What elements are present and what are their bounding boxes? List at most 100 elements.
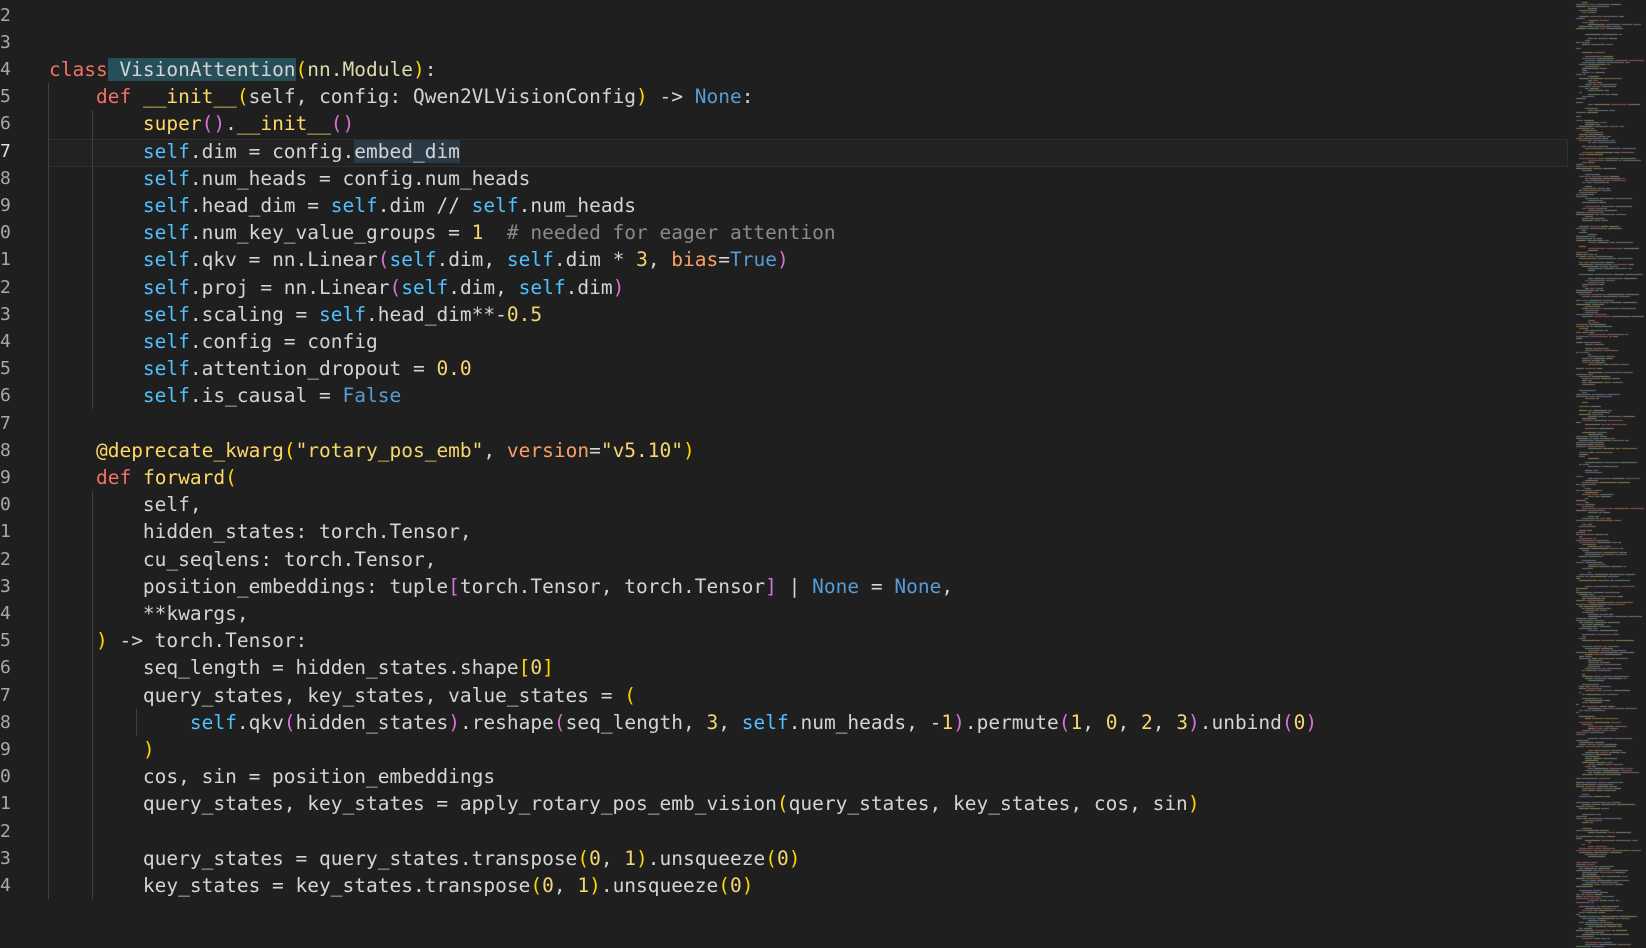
code-editor[interactable]: 234567890123456789012345678901234 class … [0,0,1646,948]
code-token: VisionAttention [107,57,296,81]
line-number-gutter: 2 3 4 5 6 7 8 9 0 1 2 3 4 5 6 7 8 9 0 1 2 3 4 5 6 7 8 9 0 1 2 3 4 [0,0,20,948]
code-token: .num_heads [518,193,637,217]
code-token: , [483,438,507,462]
code-token: .proj = nn.Linear [189,275,390,299]
code-line[interactable]: self.head_dim = self.dim // self.num_hea… [49,192,636,221]
minimap[interactable] [1568,0,1646,948]
code-token: self [142,166,190,190]
code-token: .is_causal = [189,384,343,408]
code-token: 3 [636,248,648,272]
code-line[interactable]: position_embeddings: tuple[torch.Tensor,… [49,573,953,602]
code-token: ( [624,683,637,707]
code-token: self [189,710,237,734]
code-token: ) [741,873,754,897]
line-number: 8 [0,711,11,733]
code-line[interactable]: self.config = config [49,328,378,357]
code-line[interactable]: self.num_key_value_groups = 1 # needed f… [49,219,836,248]
code-token: super [142,112,202,136]
code-token: query_states, key_states = apply_rotary_… [49,792,777,816]
code-token: 0.0 [436,357,472,381]
code-line[interactable]: self.dim = config.embed_dim [49,138,460,167]
code-line[interactable]: self.proj = nn.Linear(self.dim, self.dim… [49,274,624,303]
code-line[interactable]: query_states, key_states, value_states =… [49,682,636,711]
code-line[interactable]: self.num_heads = config.num_heads [49,165,530,194]
code-token: ( [1281,710,1294,734]
code-token: ) [953,710,965,734]
code-token: ) [1187,710,1200,734]
code-token: 0 [589,846,601,870]
code-token: query_states, key_states, cos, sin [788,792,1188,816]
code-token: .qkv [236,710,284,734]
line-number: 1 [0,793,11,815]
code-token: self [506,248,554,272]
code-token: ) [776,248,789,272]
code-line[interactable]: cos, sin = position_embeddings [49,763,495,792]
code-line[interactable]: query_states = query_states.transpose(0,… [49,845,801,874]
code-token: self [142,384,190,408]
code-line[interactable]: self.attention_dropout = 0.0 [49,355,472,384]
line-number: 7 [0,412,11,434]
code-token: ) [142,737,155,761]
code-line[interactable]: def forward( [49,464,237,493]
code-token: self [142,357,190,381]
code-token: .unbind [1199,710,1282,734]
code-token: hidden_states: torch.Tensor, [49,520,472,544]
code-line[interactable]: self.scaling = self.head_dim**-0.5 [49,301,542,330]
code-token: ) [95,629,108,653]
code-line[interactable]: seq_length = hidden_states.shape[0] [49,654,554,683]
code-token: [ [448,574,460,598]
code-token: .head_dim = [189,193,331,217]
line-number: 2 [0,4,11,26]
line-number: 7 [0,140,11,162]
code-token: .qkv = nn.Linear [189,248,378,272]
code-token: self [142,275,190,299]
line-number: 4 [0,874,11,896]
code-token: ] [542,656,554,680]
code-token: , [600,846,625,870]
code-line[interactable]: class VisionAttention(nn.Module): [49,56,436,85]
code-token: .unsqueeze [600,873,719,897]
code-token: .unsqueeze [647,846,766,870]
code-token: 0 [1105,710,1118,734]
code-token: = [859,574,895,598]
code-token: .num_key_value_groups = [189,221,472,245]
code-line[interactable]: super().__init__() [49,110,354,139]
code-area[interactable]: class VisionAttention(nn.Module): def __… [0,0,1568,948]
code-token: ( [553,710,566,734]
code-line[interactable]: query_states, key_states = apply_rotary_… [49,790,1200,819]
code-line[interactable]: self.qkv(hidden_states).reshape(seq_leng… [49,709,1317,738]
code-token: hidden_states [295,710,449,734]
code-token: # needed for eager attention [506,221,836,245]
code-token: ( [718,873,730,897]
line-number: 4 [0,602,11,624]
code-line[interactable]: **kwargs, [49,600,249,629]
code-line[interactable]: self, [49,491,202,520]
code-line[interactable]: self.is_causal = False [49,382,401,411]
code-line[interactable]: cu_seqlens: torch.Tensor, [49,546,437,575]
code-token: , [553,873,578,897]
code-token: self [389,248,437,272]
code-token: ( [577,846,590,870]
code-token: -> [647,85,695,109]
code-token: __init__ [142,85,237,109]
code-token: ) [1187,792,1200,816]
code-line[interactable]: ) -> torch.Tensor: [49,627,307,656]
code-line[interactable]: def __init__(self, config: Qwen2VLVision… [49,83,754,112]
code-line[interactable]: hidden_states: torch.Tensor, [49,518,472,547]
code-line[interactable]: key_states = key_states.transpose(0, 1).… [49,872,754,901]
code-token: ( [776,792,789,816]
code-line[interactable]: self.qkv = nn.Linear(self.dim, self.dim … [49,246,789,275]
code-token: cu_seqlens: torch.Tensor, [49,547,437,571]
code-line[interactable]: ) [49,736,155,765]
code-token: ( [295,57,308,81]
line-number: 5 [0,630,11,652]
code-token: .dim, [436,248,507,272]
code-line[interactable]: @deprecate_kwarg("rotary_pos_emb", versi… [49,437,695,466]
code-token: self [142,139,190,163]
code-token: .scaling = [189,302,320,326]
code-token: 0.5 [506,302,543,326]
